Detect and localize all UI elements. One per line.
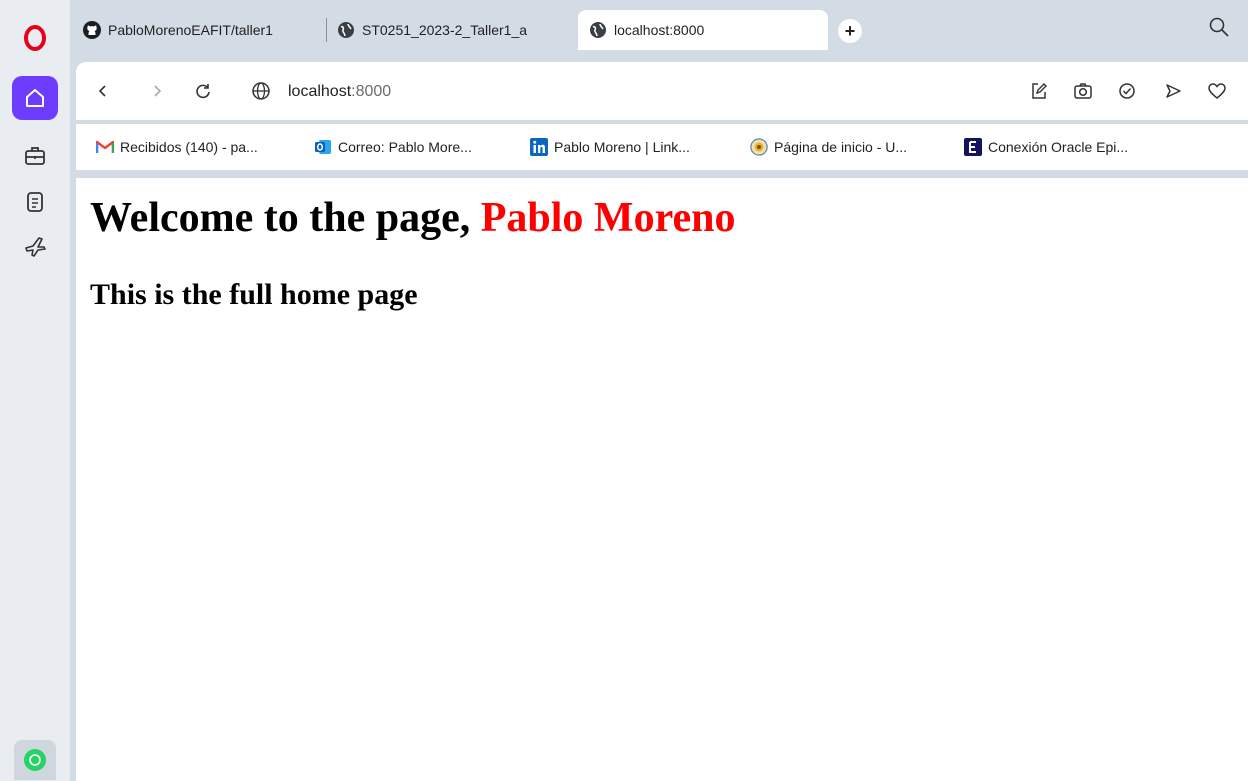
back-button[interactable] xyxy=(90,78,116,104)
tab-workshop[interactable]: ST0251_2023-2_Taller1_a xyxy=(336,10,568,50)
tab-strip: PabloMorenoEAFIT/taller1 ST0251_2023-2_T… xyxy=(70,0,1248,58)
opera-menu-button[interactable] xyxy=(12,18,58,58)
forward-button[interactable] xyxy=(144,78,170,104)
whatsapp-button[interactable] xyxy=(14,740,56,780)
bookmark-homepage[interactable]: Página de inicio - U... xyxy=(750,138,907,156)
heart-icon xyxy=(1208,83,1226,99)
tab-title: PabloMorenoEAFIT/taller1 xyxy=(108,22,273,38)
bookmark-label: Correo: Pablo More... xyxy=(338,139,472,155)
whatsapp-icon xyxy=(24,749,46,771)
reload-icon xyxy=(196,84,210,99)
bookmark-label: Pablo Moreno | Link... xyxy=(554,139,690,155)
site-icon xyxy=(750,138,768,156)
briefcase-icon xyxy=(25,147,45,165)
notes-icon xyxy=(27,192,43,212)
address-bar: localhost:8000 xyxy=(76,62,1248,120)
airplane-icon xyxy=(25,237,46,257)
url-host: localhost xyxy=(288,83,352,100)
url-port: :8000 xyxy=(351,83,392,100)
bookmark-linkedin[interactable]: Pablo Moreno | Link... xyxy=(530,138,690,156)
url-field[interactable]: localhost:8000 xyxy=(288,83,391,101)
send-icon xyxy=(1166,84,1181,98)
opera-sidebar xyxy=(0,0,70,781)
page-viewport: Welcome to the page, Pablo Moreno This i… xyxy=(76,178,1248,781)
site-info-button[interactable] xyxy=(248,78,274,104)
search-icon xyxy=(1209,17,1229,37)
user-name: Pablo Moreno xyxy=(480,195,736,241)
bookmark-gmail[interactable]: Recibidos (140) - pa... xyxy=(96,138,258,156)
tab-localhost-active[interactable]: localhost:8000 xyxy=(578,10,828,50)
back-arrow-icon xyxy=(98,85,106,97)
home-button[interactable] xyxy=(12,76,58,120)
snapshot-button[interactable] xyxy=(1070,78,1096,104)
linkedin-icon xyxy=(530,138,548,156)
send-flow-button[interactable] xyxy=(1160,78,1186,104)
globe-icon xyxy=(336,20,356,40)
tab-title: ST0251_2023-2_Taller1_a xyxy=(362,22,528,38)
shield-check-icon xyxy=(1119,83,1135,99)
bookmark-label: Recibidos (140) - pa... xyxy=(120,139,258,155)
tab-github[interactable]: PabloMorenoEAFIT/taller1 xyxy=(82,10,328,50)
gmail-icon xyxy=(96,138,114,156)
globe-icon xyxy=(588,20,608,40)
workspace-button[interactable] xyxy=(12,136,58,176)
reload-button[interactable] xyxy=(190,78,216,104)
github-icon xyxy=(82,20,102,40)
welcome-heading: Welcome to the page, Pablo Moreno xyxy=(90,194,735,242)
bookmark-label: Conexión Oracle Epi... xyxy=(988,139,1129,155)
plus-icon: + xyxy=(844,20,856,41)
snapshot-edit-button[interactable] xyxy=(1026,78,1052,104)
welcome-text: Welcome to the page, xyxy=(90,195,481,241)
home-icon xyxy=(26,89,44,107)
tab-title: localhost:8000 xyxy=(614,22,705,38)
opera-logo-icon xyxy=(24,25,46,51)
page-subtitle: This is the full home page xyxy=(90,278,418,311)
forward-arrow-icon xyxy=(154,85,162,97)
new-tab-button[interactable]: + xyxy=(838,19,862,43)
bookmark-oracle[interactable]: Conexión Oracle Epi... xyxy=(964,138,1128,156)
travel-button[interactable] xyxy=(12,226,58,266)
outlook-icon xyxy=(314,138,332,156)
tab-separator xyxy=(326,18,327,42)
pinboard-button[interactable] xyxy=(12,182,58,222)
adblock-button[interactable] xyxy=(1114,78,1140,104)
globe-outline-icon xyxy=(252,82,270,100)
tab-search-button[interactable] xyxy=(1208,16,1230,43)
edit-icon xyxy=(1032,83,1047,99)
bookmark-label: Página de inicio - U... xyxy=(774,139,908,155)
bookmarks-bar: Recibidos (140) - pa... Correo: Pablo Mo… xyxy=(76,124,1248,170)
e-icon xyxy=(964,138,982,156)
bookmark-heart-button[interactable] xyxy=(1204,78,1230,104)
camera-icon xyxy=(1074,83,1092,99)
bookmark-outlook[interactable]: Correo: Pablo More... xyxy=(314,138,472,156)
